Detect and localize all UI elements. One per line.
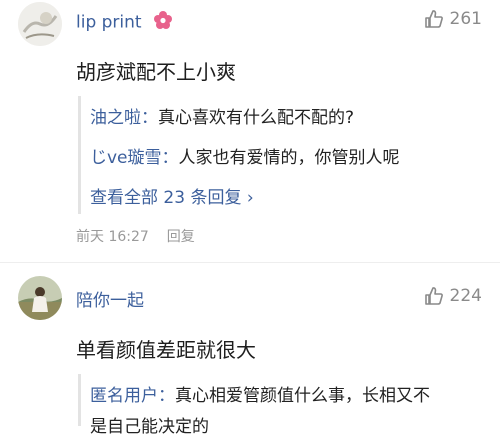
- avatar[interactable]: [18, 276, 62, 320]
- like-button[interactable]: 261: [424, 9, 482, 29]
- like-button[interactable]: 224: [424, 286, 482, 306]
- thumbs-up-icon: [424, 287, 443, 305]
- comment-timestamp: 前天 16:27: [76, 229, 149, 245]
- avatar[interactable]: [18, 2, 62, 46]
- comment-username[interactable]: lip print: [76, 10, 173, 35]
- reply-item[interactable]: じve璇雪：人家也有爱情的，你管别人呢: [90, 143, 400, 168]
- thumbs-up-icon: [424, 10, 443, 28]
- comment-meta: 前天 16:27 回复: [76, 226, 195, 246]
- flower-icon: [153, 10, 173, 35]
- comment-username[interactable]: 陪你一起: [76, 286, 144, 311]
- reply-item[interactable]: 油之啦：真心喜欢有什么配不配的?: [90, 103, 354, 128]
- reply-divider: [78, 96, 81, 214]
- reply-item[interactable]: 匿名用户：真心相爱管颜值什么事，长相又不: [90, 381, 430, 406]
- comment-text: 胡彦斌配不上小爽: [76, 60, 236, 84]
- comment-text: 单看颜值差距就很大: [76, 338, 256, 362]
- reply-continuation: 是自己能决定的: [90, 417, 209, 437]
- comment-divider: [0, 262, 500, 263]
- view-all-replies-link[interactable]: 查看全部 23 条回复 ›: [90, 183, 254, 208]
- reply-button[interactable]: 回复: [167, 229, 195, 245]
- reply-divider: [78, 374, 81, 426]
